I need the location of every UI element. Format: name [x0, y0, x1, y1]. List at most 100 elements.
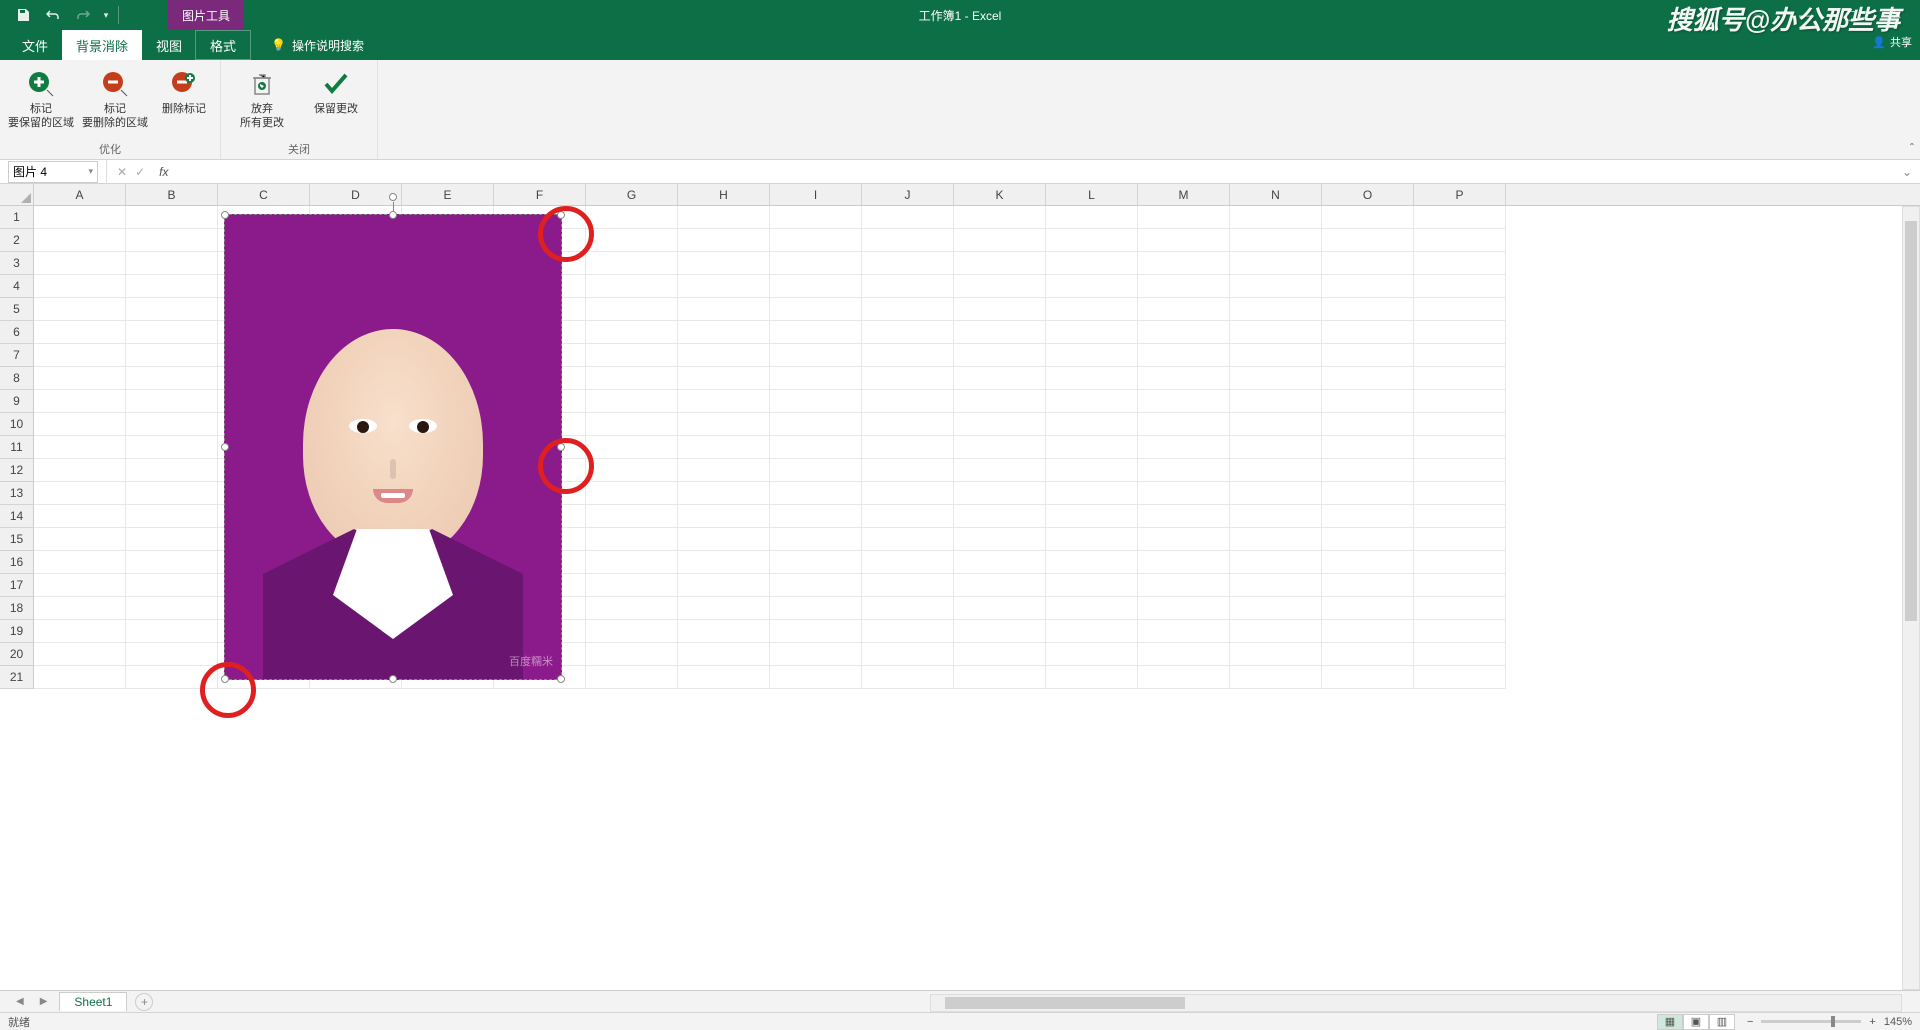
- cell[interactable]: [1046, 574, 1138, 597]
- cell[interactable]: [1230, 459, 1322, 482]
- cell[interactable]: [862, 275, 954, 298]
- cell[interactable]: [1322, 459, 1414, 482]
- cell[interactable]: [862, 505, 954, 528]
- cell[interactable]: [1322, 620, 1414, 643]
- add-sheet-button[interactable]: +: [135, 993, 153, 1011]
- cell[interactable]: [678, 597, 770, 620]
- cell[interactable]: [770, 390, 862, 413]
- cell[interactable]: [1046, 229, 1138, 252]
- cell[interactable]: [34, 390, 126, 413]
- cell[interactable]: [586, 229, 678, 252]
- collapse-ribbon-icon[interactable]: ˆ: [1910, 141, 1914, 155]
- cell[interactable]: [954, 321, 1046, 344]
- cell[interactable]: [126, 252, 218, 275]
- cell[interactable]: [126, 459, 218, 482]
- row-header[interactable]: 14: [0, 505, 34, 528]
- cell[interactable]: [1414, 436, 1506, 459]
- cell[interactable]: [954, 482, 1046, 505]
- cell[interactable]: [770, 413, 862, 436]
- cell[interactable]: [770, 505, 862, 528]
- cell[interactable]: [770, 344, 862, 367]
- cell[interactable]: [126, 413, 218, 436]
- cell[interactable]: [586, 252, 678, 275]
- cell[interactable]: [954, 298, 1046, 321]
- cell[interactable]: [1230, 206, 1322, 229]
- cell[interactable]: [1138, 597, 1230, 620]
- cell[interactable]: [1322, 298, 1414, 321]
- cell[interactable]: [1046, 551, 1138, 574]
- tab-file[interactable]: 文件: [8, 30, 62, 60]
- resize-handle-bm[interactable]: [389, 675, 397, 683]
- cell[interactable]: [1414, 367, 1506, 390]
- cell[interactable]: [34, 620, 126, 643]
- select-all-corner[interactable]: [0, 184, 34, 205]
- cell[interactable]: [862, 229, 954, 252]
- cell[interactable]: [1230, 505, 1322, 528]
- column-header[interactable]: E: [402, 184, 494, 205]
- keep-changes-button[interactable]: 保留更改: [303, 64, 369, 139]
- cell[interactable]: [1414, 574, 1506, 597]
- cell[interactable]: [1138, 666, 1230, 689]
- cell[interactable]: [126, 436, 218, 459]
- cell[interactable]: [1138, 344, 1230, 367]
- cell[interactable]: [954, 206, 1046, 229]
- tab-view[interactable]: 视图: [142, 30, 196, 60]
- cell[interactable]: [862, 206, 954, 229]
- cancel-formula-icon[interactable]: ✕: [117, 165, 127, 179]
- cell[interactable]: [1414, 643, 1506, 666]
- tab-format[interactable]: 格式: [195, 30, 251, 60]
- cell[interactable]: [1046, 482, 1138, 505]
- tell-me-search[interactable]: 💡 操作说明搜索: [271, 30, 364, 60]
- cell[interactable]: [954, 597, 1046, 620]
- cell[interactable]: [586, 666, 678, 689]
- cell[interactable]: [1046, 643, 1138, 666]
- cell[interactable]: [1230, 298, 1322, 321]
- zoom-level[interactable]: 145%: [1884, 1016, 1912, 1028]
- enter-formula-icon[interactable]: ✓: [135, 165, 145, 179]
- cell[interactable]: [586, 574, 678, 597]
- cell[interactable]: [862, 574, 954, 597]
- cell[interactable]: [1230, 528, 1322, 551]
- column-header[interactable]: D: [310, 184, 402, 205]
- cell[interactable]: [1322, 643, 1414, 666]
- cell[interactable]: [1230, 344, 1322, 367]
- cell[interactable]: [954, 252, 1046, 275]
- cell[interactable]: [1230, 252, 1322, 275]
- cell[interactable]: [770, 367, 862, 390]
- cell[interactable]: [586, 528, 678, 551]
- cell[interactable]: [1414, 275, 1506, 298]
- cell[interactable]: [1138, 643, 1230, 666]
- cell[interactable]: [954, 367, 1046, 390]
- cell[interactable]: [126, 390, 218, 413]
- cell[interactable]: [1414, 551, 1506, 574]
- sheet-nav-next-icon[interactable]: ▶: [36, 996, 52, 1007]
- column-header[interactable]: B: [126, 184, 218, 205]
- undo-icon[interactable]: [38, 0, 68, 30]
- cell[interactable]: [1138, 390, 1230, 413]
- cell[interactable]: [586, 321, 678, 344]
- vertical-scrollbar[interactable]: [1902, 206, 1920, 990]
- cell[interactable]: [34, 505, 126, 528]
- column-header[interactable]: M: [1138, 184, 1230, 205]
- cell[interactable]: [770, 436, 862, 459]
- cell[interactable]: [586, 436, 678, 459]
- cell[interactable]: [1230, 367, 1322, 390]
- cell[interactable]: [1046, 321, 1138, 344]
- expand-formula-icon[interactable]: ⌄: [1894, 165, 1920, 179]
- cell[interactable]: [862, 321, 954, 344]
- cell[interactable]: [770, 206, 862, 229]
- rotate-handle[interactable]: [389, 193, 397, 201]
- cell[interactable]: [1230, 482, 1322, 505]
- cell[interactable]: [678, 367, 770, 390]
- cell[interactable]: [34, 367, 126, 390]
- discard-changes-button[interactable]: 放弃所有更改: [229, 64, 295, 139]
- cell[interactable]: [1138, 321, 1230, 344]
- cell[interactable]: [1414, 321, 1506, 344]
- cell[interactable]: [34, 229, 126, 252]
- sheet-nav-prev-icon[interactable]: ◀: [12, 996, 28, 1007]
- cell[interactable]: [1046, 252, 1138, 275]
- row-header[interactable]: 7: [0, 344, 34, 367]
- row-header[interactable]: 18: [0, 597, 34, 620]
- cell[interactable]: [1322, 551, 1414, 574]
- cell[interactable]: [1414, 482, 1506, 505]
